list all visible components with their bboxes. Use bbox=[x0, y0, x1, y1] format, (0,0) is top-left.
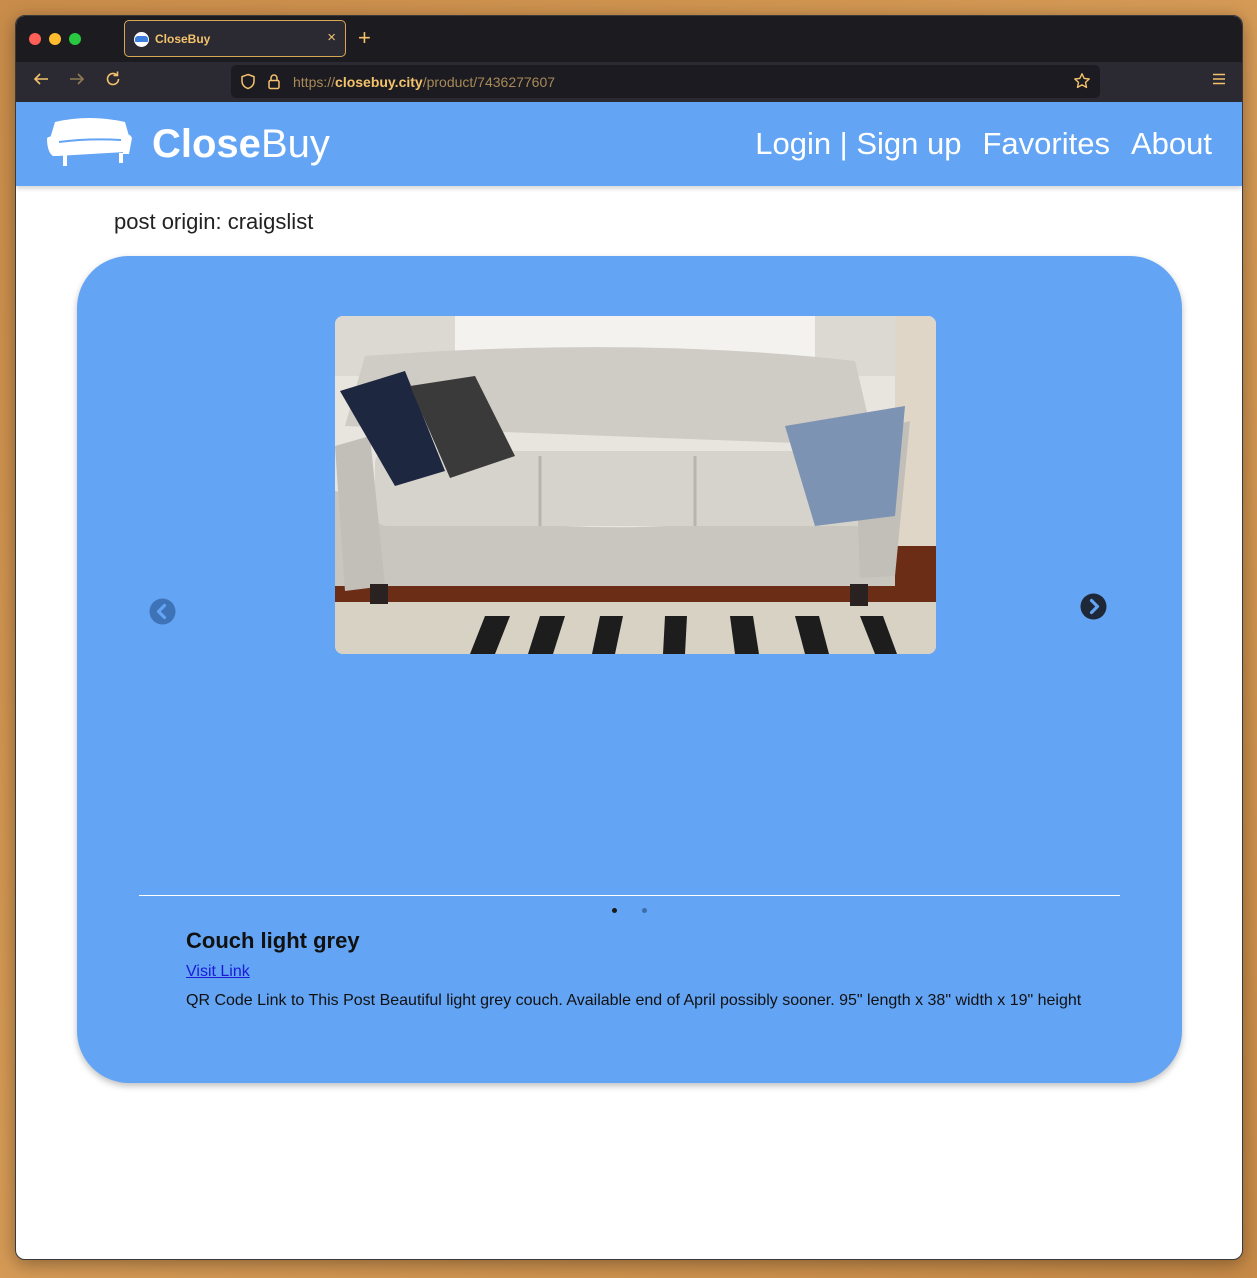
post-origin: post origin: craigslist bbox=[114, 209, 314, 234]
arrow-right-icon bbox=[70, 73, 85, 85]
couch-logo-icon[interactable] bbox=[45, 116, 133, 168]
minimize-window-button[interactable] bbox=[49, 33, 61, 45]
url-prefix: https:// bbox=[293, 74, 336, 90]
close-window-button[interactable] bbox=[29, 33, 41, 45]
carousel-divider bbox=[139, 895, 1120, 896]
hamburger-menu-icon[interactable] bbox=[1212, 73, 1226, 85]
favicon-icon bbox=[134, 32, 149, 47]
new-tab-button[interactable]: + bbox=[358, 25, 371, 51]
tab-closebuy[interactable]: CloseBuy × bbox=[124, 20, 346, 57]
star-icon[interactable] bbox=[1073, 72, 1091, 90]
browser-window: CloseBuy × + https://closebuy.city/produ… bbox=[15, 15, 1243, 1260]
url-text[interactable]: https://closebuy.city/product/7436277607 bbox=[293, 74, 555, 90]
nav-login-signup[interactable]: Login | Sign up bbox=[755, 126, 961, 162]
chevron-left-circle-icon[interactable] bbox=[149, 598, 176, 625]
product-description: QR Code Link to This Post Beautiful ligh… bbox=[186, 992, 1082, 1009]
main-nav: Login | Sign up Favorites About bbox=[755, 126, 1212, 162]
site-header: CloseBuy Login | Sign up Favorites About bbox=[16, 102, 1242, 186]
brand-logo-text[interactable]: CloseBuy bbox=[152, 122, 330, 167]
product-photo bbox=[335, 316, 936, 654]
lock-icon[interactable] bbox=[267, 73, 281, 90]
address-bar[interactable]: https://closebuy.city/product/7436277607 bbox=[231, 65, 1100, 98]
tab-title: CloseBuy bbox=[155, 32, 211, 46]
nav-about[interactable]: About bbox=[1131, 126, 1212, 162]
reload-icon bbox=[106, 71, 120, 86]
chevron-right-circle-icon[interactable] bbox=[1080, 593, 1107, 620]
couch-photo-image bbox=[335, 316, 936, 654]
carousel-dot-2[interactable] bbox=[642, 908, 647, 913]
arrow-left-icon bbox=[33, 73, 48, 85]
brand-bold: Close bbox=[152, 122, 261, 166]
carousel-dot-1[interactable] bbox=[612, 908, 617, 913]
reload-button[interactable] bbox=[104, 70, 122, 93]
forward-button[interactable] bbox=[68, 70, 86, 93]
product-title: Couch light grey bbox=[186, 928, 360, 953]
browser-toolbar: https://closebuy.city/product/7436277607 bbox=[16, 62, 1242, 102]
tab-close-icon[interactable]: × bbox=[327, 29, 336, 47]
tab-strip: CloseBuy × + bbox=[16, 16, 1242, 62]
brand-light: Buy bbox=[260, 122, 330, 166]
zoom-window-button[interactable] bbox=[69, 33, 81, 45]
back-button[interactable] bbox=[32, 70, 50, 93]
shield-icon[interactable] bbox=[240, 73, 256, 90]
visit-link[interactable]: Visit Link bbox=[186, 963, 250, 981]
url-path: /product/7436277607 bbox=[422, 74, 556, 90]
nav-favorites[interactable]: Favorites bbox=[983, 126, 1110, 162]
product-card: Couch light grey Visit Link QR Code Link… bbox=[77, 256, 1182, 1083]
url-domain: closebuy.city bbox=[335, 74, 423, 90]
